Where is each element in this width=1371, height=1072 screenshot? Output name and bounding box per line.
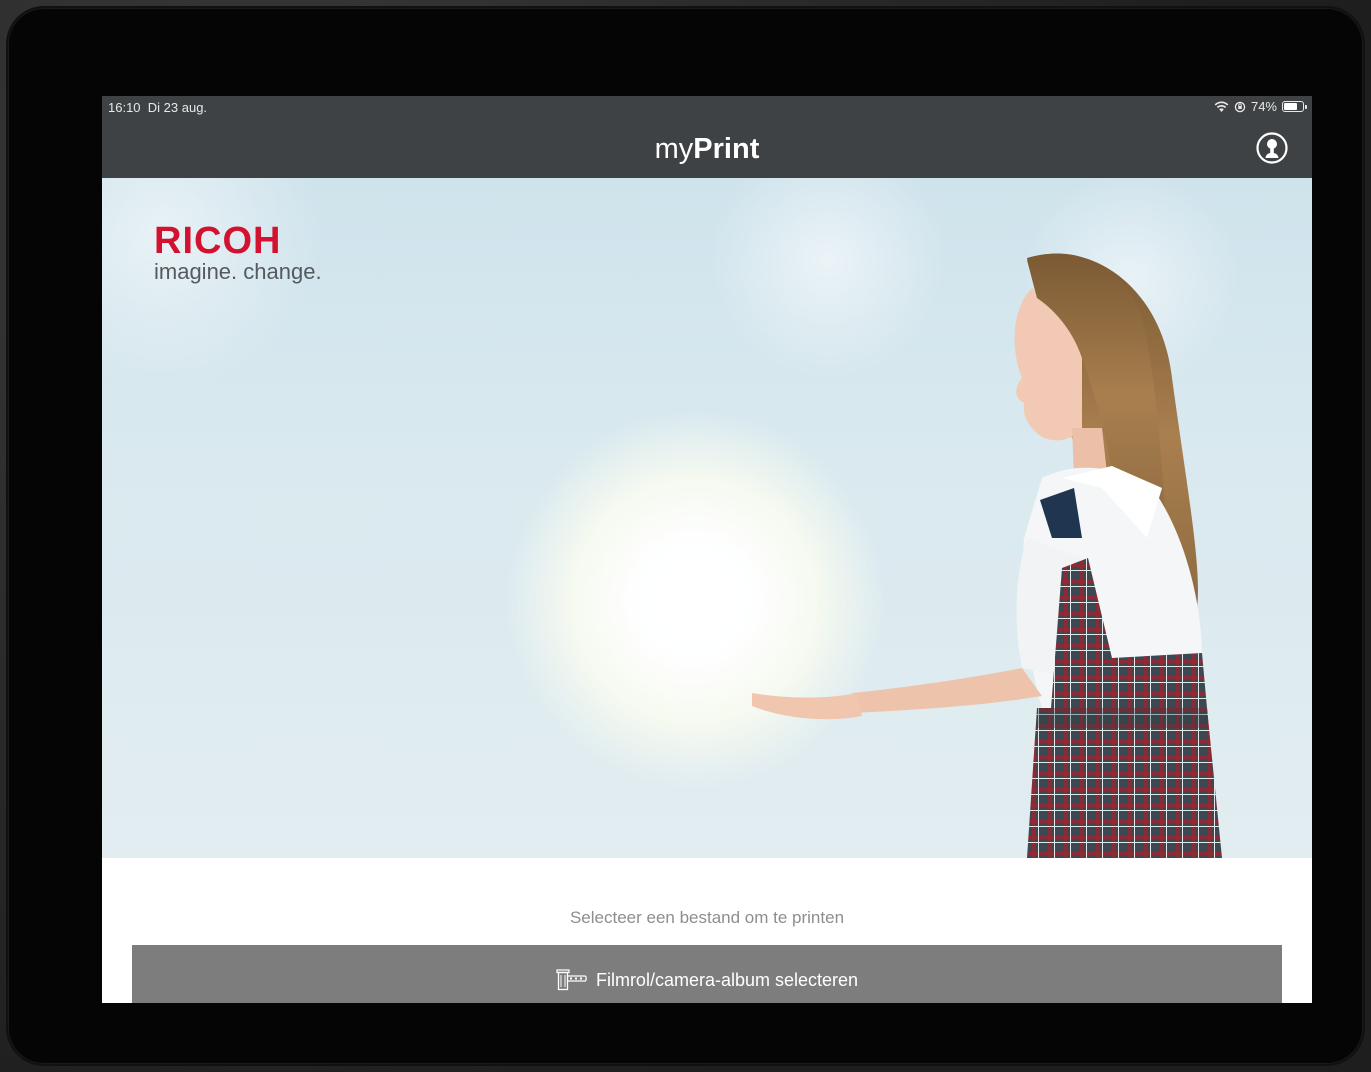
navigation-bar: myPrint <box>102 118 1312 178</box>
hero-banner: RICOH imagine. change. <box>102 178 1312 858</box>
account-button[interactable] <box>1256 132 1288 164</box>
status-indicators: 74% <box>1214 99 1307 114</box>
status-bar: 16:10 Di 23 aug. 74% <box>102 96 1312 118</box>
camera-album-button[interactable]: Filmrol/camera-album selecteren <box>132 945 1282 1003</box>
status-date: Di 23 aug. <box>147 100 208 115</box>
battery-percent: 74% <box>1250 99 1277 114</box>
brand-logo: RICOH imagine. change. <box>154 222 322 284</box>
app-screen: 16:10 Di 23 aug. 74% myPrint RICOH imagi… <box>102 96 1312 1003</box>
camera-roll-icon <box>556 969 587 991</box>
tablet-frame: 16:10 Di 23 aug. 74% myPrint RICOH imagi… <box>8 8 1363 1064</box>
battery-icon <box>1282 101 1307 112</box>
brand-name: RICOH <box>154 220 282 262</box>
brand-tagline: imagine. change. <box>154 259 322 284</box>
wifi-icon <box>1214 101 1229 112</box>
girl-illustration <box>752 253 1222 858</box>
orientation-lock-icon <box>1234 101 1246 112</box>
app-title-bold: Print <box>693 133 760 165</box>
camera-album-button-content: Filmrol/camera-album selecteren <box>132 969 1282 991</box>
app-title-prefix: my <box>654 133 694 165</box>
user-icon <box>1256 132 1288 164</box>
status-time-date: 16:10 Di 23 aug. <box>108 100 207 115</box>
battery-fill <box>1284 103 1298 110</box>
camera-album-button-label: Filmrol/camera-album selecteren <box>595 969 859 990</box>
app-title: myPrint <box>102 118 1312 178</box>
select-file-prompt: Selecteer een bestand om te printen <box>569 908 845 927</box>
status-time: 16:10 <box>108 100 141 115</box>
